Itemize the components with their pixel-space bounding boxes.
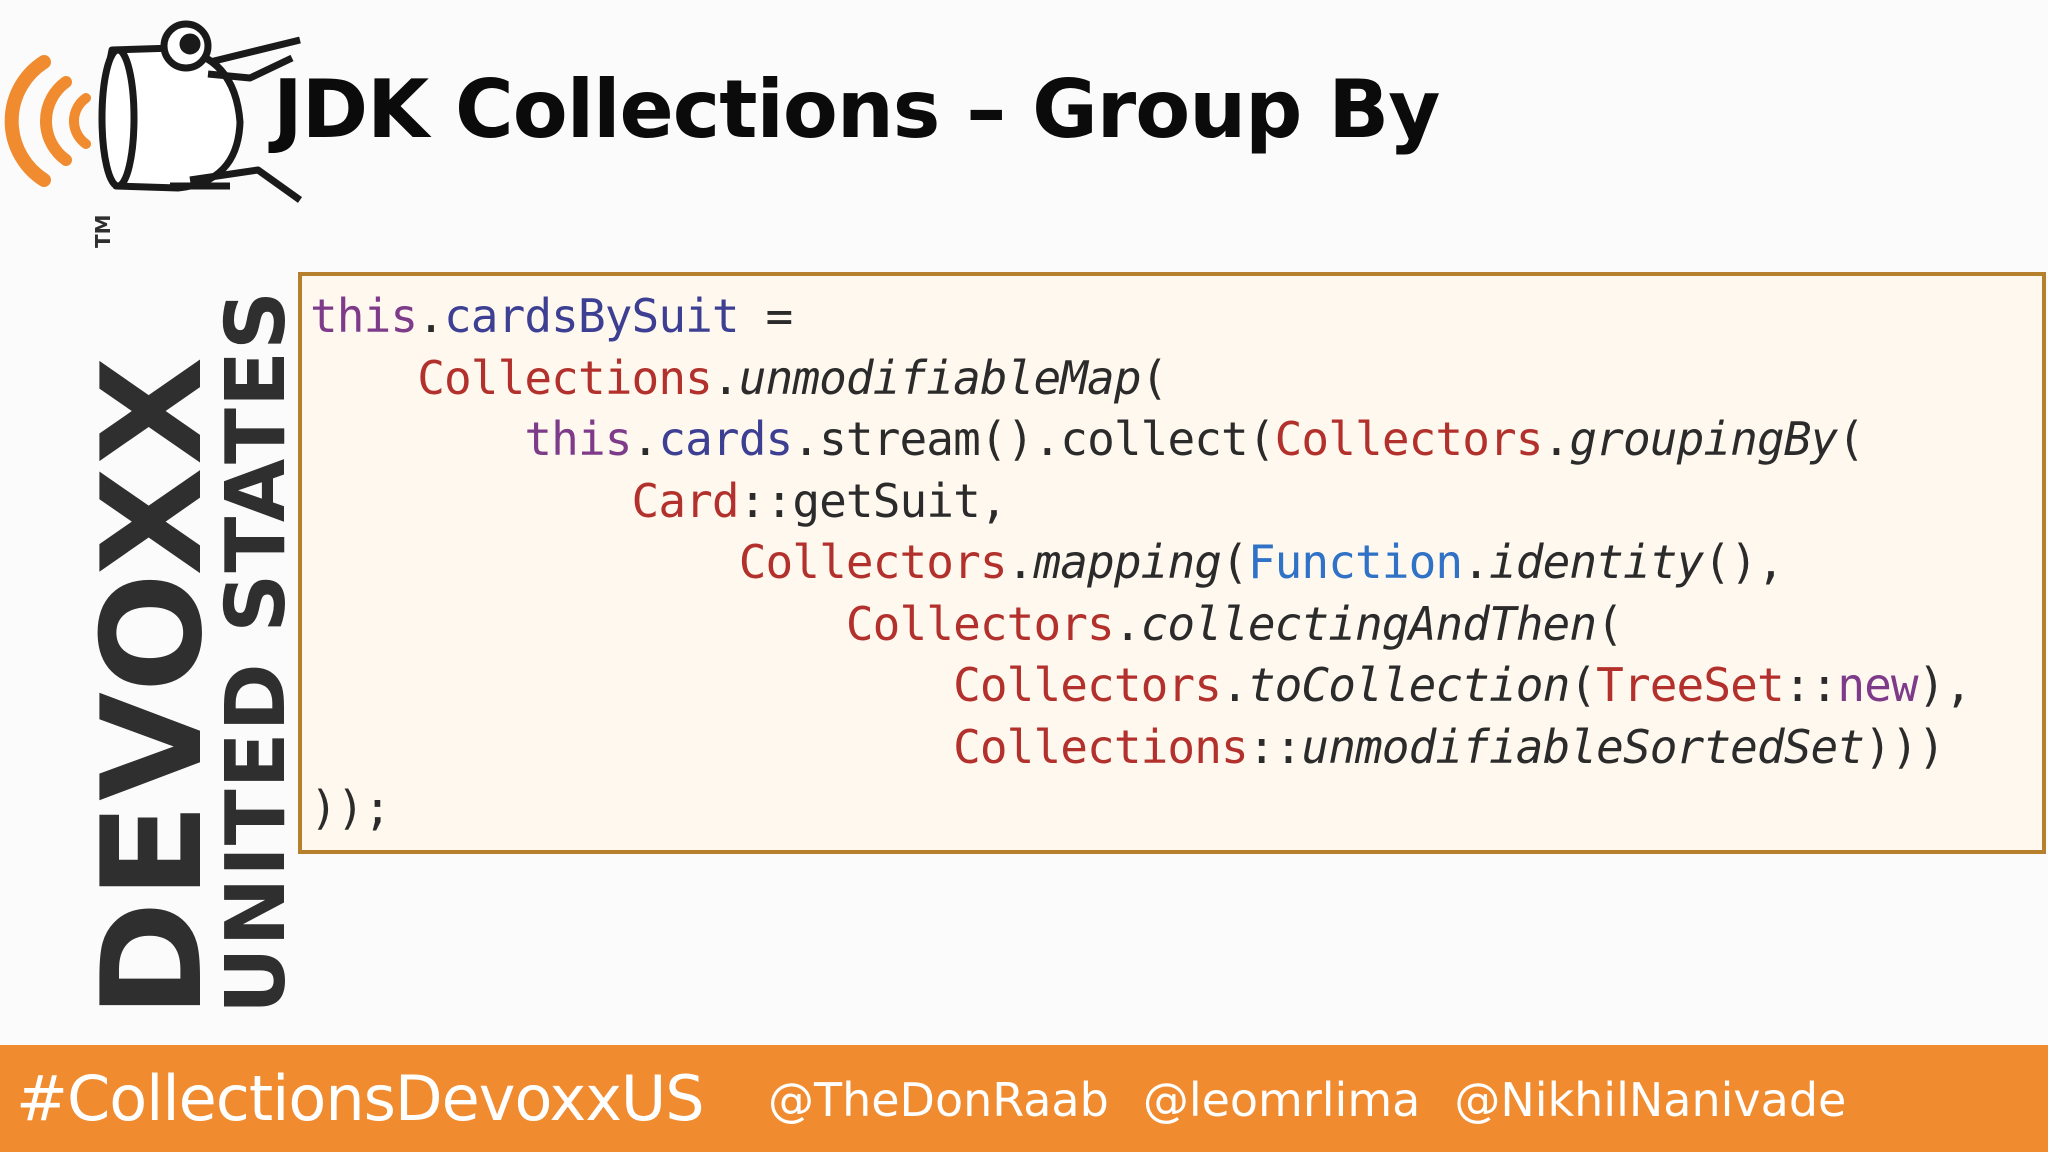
code-token: identity (1488, 535, 1704, 589)
mascot-icon (98, 20, 303, 203)
code-token: . (417, 289, 445, 343)
code-token: new (1837, 658, 1918, 712)
code-token: Collectors (738, 535, 1008, 589)
code-token: Collections (953, 719, 1249, 774)
code-token: ), (1917, 658, 1972, 712)
code-token: . (631, 412, 660, 466)
code-line: Collectors.mapping(Function.identity(), (310, 532, 1971, 594)
code-token: ( (1596, 596, 1624, 651)
speaker-handle: @NikhilNanivade (1454, 1073, 1847, 1127)
speaker-handle: @leomrlima (1142, 1073, 1421, 1127)
code-line: this.cardsBySuit = (310, 286, 1971, 348)
code-token: .stream().collect( (792, 412, 1275, 466)
code-line: Collections.unmodifiableMap( (310, 348, 1971, 410)
code-token: = (738, 289, 794, 343)
code-token: cards (658, 412, 793, 466)
code-line: Card::getSuit, (310, 471, 1971, 533)
trademark-label: TM (91, 214, 115, 248)
code-token: . (1113, 596, 1142, 651)
code-token: mapping (1033, 535, 1222, 589)
code-token: ))) (1864, 719, 1945, 774)
code-token: ( (1837, 412, 1865, 466)
code-token: ( (1140, 350, 1169, 405)
code-token: Collectors (845, 596, 1115, 651)
devoxx-logo: TM DEVOXX UNITED STATES (4, 20, 304, 1018)
code-token: . (1542, 412, 1571, 466)
code-line: Collectors.collectingAndThen( (310, 594, 1971, 656)
code-token: unmodifiableSortedSet (1301, 719, 1865, 774)
code-token: Collectors (953, 658, 1222, 712)
code-token: . (1221, 658, 1249, 712)
code-token: cardsBySuit (443, 289, 740, 343)
region-wordmark: UNITED STATES (209, 290, 304, 1014)
code-token: unmodifiableMap (738, 350, 1142, 405)
code-token: this (524, 412, 632, 466)
code-block: this.cardsBySuit = Collections.unmodifia… (298, 272, 2046, 854)
code-token: Card (631, 473, 740, 528)
code-token: groupingBy (1569, 412, 1838, 466)
code-token: Collectors (1274, 412, 1544, 466)
code-token: :: (1247, 719, 1302, 774)
code-token: (), (1703, 535, 1784, 589)
code-token: . (711, 350, 740, 405)
sound-waves-icon (4, 55, 91, 187)
code-token: ::getSuit, (738, 473, 1008, 528)
code-token: . (1462, 535, 1490, 589)
code-token: )); (310, 781, 391, 835)
code-token: TreeSet (1596, 658, 1784, 712)
code-token: toCollection (1247, 658, 1570, 712)
code-token: Function (1247, 535, 1463, 589)
code-token: :: (1783, 658, 1838, 712)
code-token: collectingAndThen (1140, 596, 1597, 651)
speaker-handle: @TheDonRaab (768, 1073, 1109, 1127)
code-token: ( (1569, 658, 1597, 712)
code-token: this (310, 289, 418, 343)
code-listing: this.cardsBySuit = Collections.unmodifia… (310, 286, 1972, 840)
footer-bar: #CollectionsDevoxxUS @TheDonRaab @leomrl… (0, 1045, 2048, 1152)
speaker-handles: @TheDonRaab @leomrlima @NikhilNanivade (768, 1069, 1846, 1131)
hashtag: #CollectionsDevoxxUS (16, 1062, 705, 1135)
code-line: this.cards.stream().collect(Collectors.g… (310, 409, 1971, 471)
code-token: ( (1221, 535, 1249, 589)
slide-title: JDK Collections – Group By (273, 63, 1440, 156)
code-token: . (1006, 535, 1035, 589)
code-token: Collections (417, 350, 713, 405)
code-line: )); (310, 778, 1971, 840)
code-line: Collectors.toCollection(TreeSet::new), (310, 655, 1972, 717)
code-line: Collections::unmodifiableSortedSet))) (310, 717, 1971, 779)
